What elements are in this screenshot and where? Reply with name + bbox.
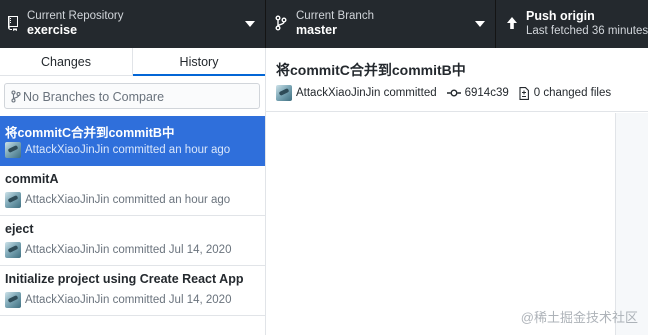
sidebar: Changes History No Branches to Compare 将… [0,48,266,335]
commit-summary: Initialize project using Create React Ap… [5,272,244,286]
changed-files-count: 0 changed files [533,87,612,99]
push-label: Push origin [526,9,595,23]
branch-compare-input[interactable]: No Branches to Compare [4,83,260,109]
commit-author: AttackXiaoJinJin committed [296,87,437,99]
list-item[interactable]: eject AttackXiaoJinJin committed Jul 14,… [0,216,265,266]
diff-side-panel [615,113,648,335]
commit-summary: 将commitC合并到commitB中 [5,126,175,140]
commit-summary: commitA [5,172,59,186]
arrow-up-icon [507,17,517,29]
commit-author-time: AttackXiaoJinJin committed an hour ago [25,194,231,206]
commit-author-time: AttackXiaoJinJin committed Jul 14, 2020 [25,244,232,256]
current-repository-button[interactable]: Current Repository exercise [0,0,266,48]
sidebar-tabs: Changes History [0,48,265,76]
repository-label: Current Repository [27,10,124,22]
last-fetched-text: Last fetched 36 minutes [526,25,648,37]
branch-label: Current Branch [296,10,374,22]
current-branch-button[interactable]: Current Branch master [266,0,496,48]
compare-placeholder: No Branches to Compare [23,90,165,104]
file-diff-icon [519,86,529,100]
commit-meta: AttackXiaoJinJin committed 6914c39 0 cha… [276,85,611,101]
branch-icon [11,90,21,103]
list-item[interactable]: Initialize project using Create React Ap… [0,266,265,316]
chevron-down-icon [475,21,485,27]
branch-name: master [296,23,337,37]
branch-icon [275,15,287,31]
commit-sha[interactable]: 6914c39 [465,87,509,99]
tab-changes[interactable]: Changes [0,48,133,75]
commit-author-time: AttackXiaoJinJin committed Jul 14, 2020 [25,294,232,306]
avatar [5,242,21,258]
avatar [5,142,21,158]
commit-title: 将commitC合并到commitB中 [276,62,466,78]
chevron-down-icon [245,21,255,27]
commit-summary: eject [5,222,34,236]
git-commit-icon [446,89,461,97]
list-item[interactable]: commitA AttackXiaoJinJin committed an ho… [0,166,265,216]
watermark: @稀土掘金技术社区 [520,310,638,325]
toolbar: Current Repository exercise Current Bran… [0,0,648,48]
push-origin-button[interactable]: Push origin Last fetched 36 minutes [496,0,648,48]
avatar [5,292,21,308]
commit-detail: 将commitC合并到commitB中 AttackXiaoJinJin com… [266,48,648,335]
list-item[interactable]: 将commitC合并到commitB中 AttackXiaoJinJin com… [0,116,265,166]
changed-files-panel [266,113,615,335]
repository-name: exercise [27,23,78,37]
avatar [5,192,21,208]
history-list: 将commitC合并到commitB中 AttackXiaoJinJin com… [0,116,265,316]
tab-history[interactable]: History [133,48,265,76]
commit-header: 将commitC合并到commitB中 AttackXiaoJinJin com… [266,48,648,112]
repo-icon [8,16,18,31]
commit-author-time: AttackXiaoJinJin committed an hour ago [25,144,231,156]
avatar [276,85,292,101]
